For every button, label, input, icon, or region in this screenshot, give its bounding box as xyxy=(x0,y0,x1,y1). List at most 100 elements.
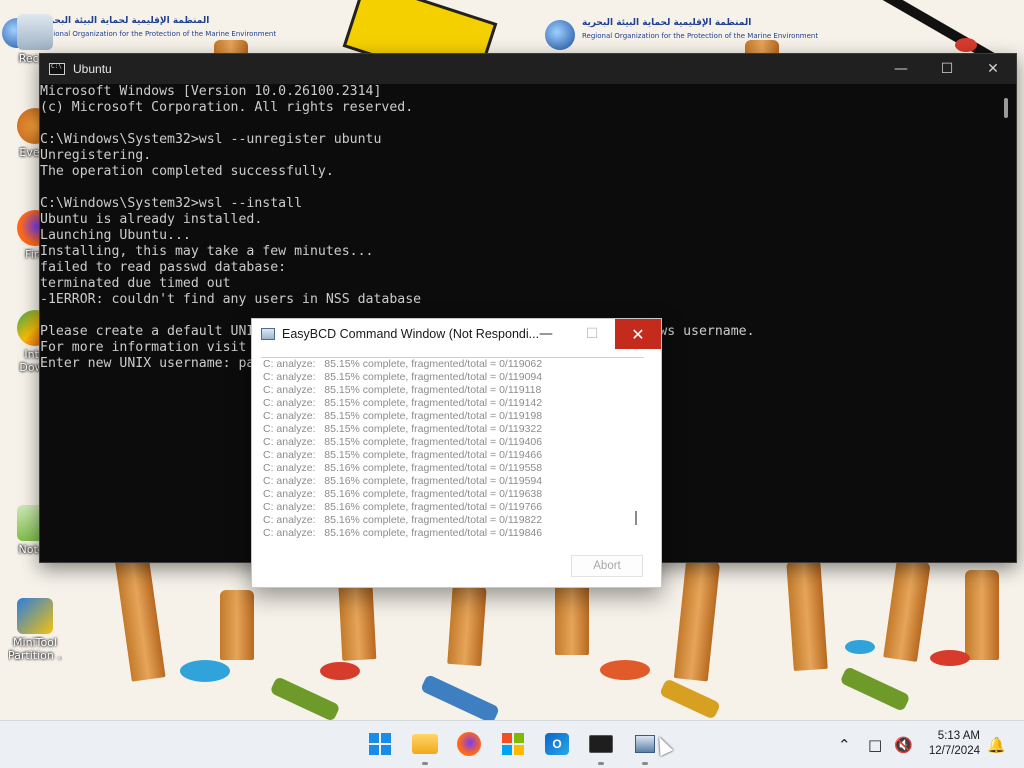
log-line: C: analyze: 85.16% complete, fragmented/… xyxy=(263,527,543,539)
firefox-icon xyxy=(457,732,481,756)
console-line: C:\Windows\System32>wsl --install xyxy=(40,196,303,211)
brush-graphic xyxy=(447,583,487,667)
clock-date: 12/7/2024 xyxy=(928,745,980,757)
org-logo-text-left: المنظمة الإقليمية لحماية البيئة البحرية xyxy=(40,16,210,26)
outlook-icon: O xyxy=(545,733,569,755)
brush-graphic xyxy=(220,590,254,660)
desktop-icon-minitool-partition-wizard[interactable]: MiniTool Partition ... xyxy=(8,598,62,662)
console-app-icon xyxy=(49,63,65,75)
volume-muted-icon[interactable]: 🔇 xyxy=(894,736,913,754)
paint-blob xyxy=(320,662,360,680)
paint-blob xyxy=(955,38,977,52)
maximize-button[interactable]: ☐ xyxy=(569,319,615,349)
windows-logo-icon xyxy=(369,733,391,755)
minimize-button[interactable]: — xyxy=(523,319,569,349)
log-line: C: analyze: 85.16% complete, fragmented/… xyxy=(263,475,543,487)
maximize-icon: ☐ xyxy=(940,61,954,77)
running-indicator xyxy=(642,762,648,765)
console-line: Ubuntu is already installed. xyxy=(40,212,263,227)
taskbar-firefox[interactable] xyxy=(454,729,484,759)
taskbar-outlook[interactable]: O xyxy=(542,729,572,759)
brush-graphic xyxy=(673,558,721,682)
org-logo-subtext-left: Regional Organization for the Protection… xyxy=(40,30,277,38)
org-logo-subtext: Regional Organization for the Protection… xyxy=(582,32,819,40)
easybcd-titlebar[interactable]: EasyBCD Command Window (Not Respondi... … xyxy=(252,319,661,349)
log-line: C: analyze: 85.15% complete, fragmented/… xyxy=(263,423,543,435)
brush-graphic xyxy=(883,558,931,662)
paint-tube xyxy=(419,673,501,720)
paint-blob xyxy=(180,660,230,682)
taskbar-terminal[interactable] xyxy=(586,729,616,765)
paint-blob xyxy=(600,660,650,680)
minimize-icon: — xyxy=(894,61,908,77)
folder-icon xyxy=(412,734,438,754)
console-scrollbar-thumb[interactable] xyxy=(1004,98,1008,118)
partition-wizard-icon xyxy=(17,598,53,634)
console-line: Microsoft Windows [Version 10.0.26100.23… xyxy=(40,84,382,99)
clock[interactable]: 5:13 AM 12/7/2024 xyxy=(929,729,980,759)
console-line: failed to read passwd database: xyxy=(40,260,287,275)
log-line: C: analyze: 85.15% complete, fragmented/… xyxy=(263,384,542,396)
log-line: C: analyze: 85.15% complete, fragmented/… xyxy=(263,410,543,422)
paint-blob xyxy=(845,640,875,654)
console-line: terminated due timed out xyxy=(40,276,231,291)
log-scrollbar-thumb[interactable] xyxy=(635,511,637,525)
paint-tube xyxy=(659,678,721,720)
log-line: C: analyze: 85.16% complete, fragmented/… xyxy=(263,488,543,500)
console-line: Unregistering. xyxy=(40,148,152,163)
close-icon: ✕ xyxy=(631,324,645,344)
minimize-icon: — xyxy=(539,326,553,342)
terminal-icon xyxy=(589,735,613,753)
brush-graphic xyxy=(786,558,828,672)
org-logo-graphic xyxy=(545,20,575,50)
log-line: C: analyze: 85.15% complete, fragmented/… xyxy=(263,449,543,461)
console-title: Ubuntu xyxy=(73,62,112,76)
console-line: Installing, this may take a few minutes.… xyxy=(40,244,374,259)
log-line: C: analyze: 85.16% complete, fragmented/… xyxy=(263,462,543,474)
close-button[interactable]: ✕ xyxy=(970,54,1016,84)
clock-time: 5:13 AM xyxy=(937,730,980,742)
network-icon[interactable]: □ xyxy=(868,736,882,754)
console-line: (c) Microsoft Corporation. All rights re… xyxy=(40,100,414,115)
easybcd-command-window[interactable]: EasyBCD Command Window (Not Respondi... … xyxy=(251,318,662,588)
desktop-icon-label: MiniTool Partition ... xyxy=(8,636,62,662)
notification-bell-icon[interactable]: 🔔 xyxy=(987,736,1006,754)
start-button[interactable] xyxy=(365,729,395,759)
log-line: C: analyze: 85.16% complete, fragmented/… xyxy=(263,514,543,526)
log-line: C: analyze: 85.16% complete, fragmented/… xyxy=(263,501,543,513)
log-line: C: analyze: 85.15% complete, fragmented/… xyxy=(263,371,543,383)
log-line: C: analyze: 85.15% complete, fragmented/… xyxy=(263,436,543,448)
console-line: -1ERROR: couldn't find any users in NSS … xyxy=(40,292,422,307)
store-icon xyxy=(502,733,524,755)
running-indicator xyxy=(422,762,428,765)
paint-blob xyxy=(930,650,970,666)
org-logo-text: المنظمة الإقليمية لحماية البيئة البحرية xyxy=(582,18,752,28)
taskbar-microsoft-store[interactable] xyxy=(498,729,528,759)
analyze-log[interactable]: C: analyze: 85.15% complete, fragmented/… xyxy=(261,357,644,545)
console-line: The operation completed successfully. xyxy=(40,164,334,179)
abort-button[interactable]: Abort xyxy=(571,555,643,577)
log-line: C: analyze: 85.15% complete, fragmented/… xyxy=(263,358,543,370)
easybcd-app-icon xyxy=(261,328,275,340)
close-button[interactable]: ✕ xyxy=(615,319,661,349)
maximize-icon: ☐ xyxy=(585,326,599,342)
console-scrollbar[interactable] xyxy=(998,84,1016,562)
console-line: Launching Ubuntu... xyxy=(40,228,191,243)
taskbar-file-explorer[interactable] xyxy=(410,729,440,765)
chevron-up-icon[interactable]: ⌃ xyxy=(838,736,851,754)
brush-graphic xyxy=(965,570,999,660)
running-indicator xyxy=(598,762,604,765)
recycle-bin-icon xyxy=(17,14,53,50)
paint-tube xyxy=(269,676,341,720)
maximize-button[interactable]: ☐ xyxy=(924,54,970,84)
minimize-button[interactable]: — xyxy=(878,54,924,84)
paint-tube xyxy=(839,666,911,712)
easybcd-title: EasyBCD Command Window (Not Respondi... xyxy=(282,327,540,341)
console-titlebar[interactable]: Ubuntu — ☐ ✕ xyxy=(40,54,1016,84)
log-line: C: analyze: 85.15% complete, fragmented/… xyxy=(263,397,543,409)
console-line: C:\Windows\System32>wsl --unregister ubu… xyxy=(40,132,382,147)
taskbar: O ⌃ □ 🔇 5:13 AM 12/7/2024 🔔 xyxy=(0,720,1024,768)
close-icon: ✕ xyxy=(987,61,999,77)
